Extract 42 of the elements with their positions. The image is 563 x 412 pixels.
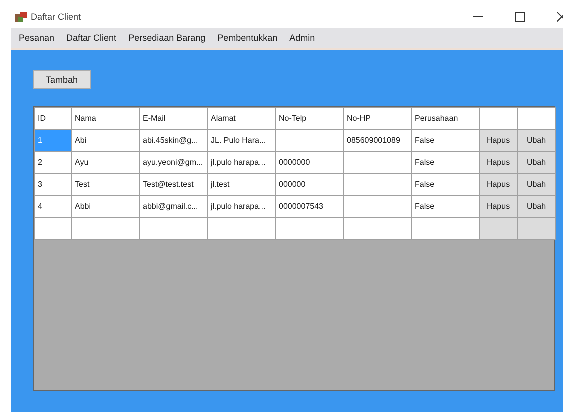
table-cell: [344, 152, 412, 174]
app-icon: [15, 12, 27, 22]
table-cell: ayu.yeoni@gm...: [140, 152, 208, 174]
add-button[interactable]: Tambah: [33, 70, 91, 89]
menu-item[interactable]: Admin: [284, 33, 322, 43]
table-cell: False: [412, 174, 480, 196]
table-cell: 085609001089: [344, 130, 412, 152]
table-cell: Abi: [72, 130, 140, 152]
menu-item[interactable]: Pembentukkan: [212, 33, 284, 43]
table-cell: False: [412, 196, 480, 218]
window-title: Daftar Client: [31, 12, 82, 22]
column-header[interactable]: Nama: [72, 108, 140, 130]
table-cell: jl.pulo harapa...: [208, 152, 276, 174]
table-cell: Test@test.test: [140, 174, 208, 196]
column-header[interactable]: No-Telp: [276, 108, 344, 130]
table-cell: Ayu: [72, 152, 140, 174]
table-cell[interactable]: 4: [34, 196, 72, 218]
table-cell: [276, 130, 344, 152]
table-cell: 0000000: [276, 152, 344, 174]
table-cell: Test: [72, 174, 140, 196]
table-cell: False: [412, 130, 480, 152]
menu-item[interactable]: Daftar Client: [60, 33, 123, 43]
column-header[interactable]: Perusahaan: [412, 108, 480, 130]
menu-item[interactable]: Persediaan Barang: [122, 33, 212, 43]
table-cell: [344, 174, 412, 196]
table-cell: jl.test: [208, 174, 276, 196]
menu-item[interactable]: Pesanan: [13, 33, 61, 43]
column-header[interactable]: No-HP: [344, 108, 412, 130]
table-cell: abi.45skin@g...: [140, 130, 208, 152]
table-cell: 000000: [276, 174, 344, 196]
column-header[interactable]: Alamat: [208, 108, 276, 130]
maximize-icon[interactable]: [515, 12, 525, 22]
column-header[interactable]: E-Mail: [140, 108, 208, 130]
column-header[interactable]: ID: [34, 108, 72, 130]
table-cell: abbi@gmail.c...: [140, 196, 208, 218]
table-cell[interactable]: 2: [34, 152, 72, 174]
table-cell: 0000007543: [276, 196, 344, 218]
table-cell: False: [412, 152, 480, 174]
table-cell: Abbi: [72, 196, 140, 218]
table-cell: JL. Pulo Hara...: [208, 130, 276, 152]
table-cell: jl.pulo harapa...: [208, 196, 276, 218]
table-cell[interactable]: 3: [34, 174, 72, 196]
